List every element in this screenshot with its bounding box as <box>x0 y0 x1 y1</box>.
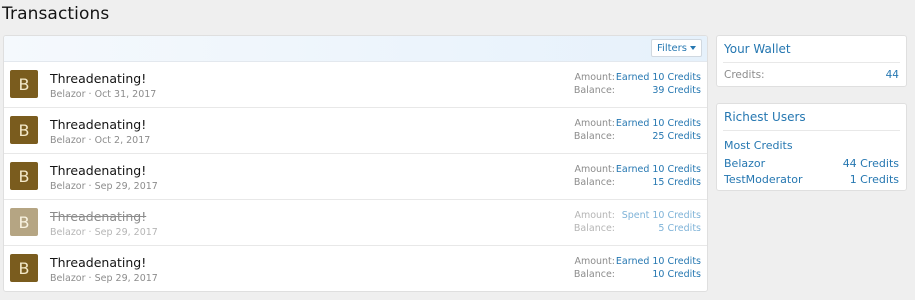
transaction-user[interactable]: Belazor <box>50 135 86 146</box>
transaction-values: Spent 10 Credits 5 Credits <box>622 209 701 235</box>
transaction-meta: Belazor · Sep 29, 2017 <box>50 181 158 192</box>
richest-users-widget: Richest Users Most Credits Belazor 44 Cr… <box>716 103 907 191</box>
avatar[interactable]: B <box>10 116 38 144</box>
transaction-row: B Threadenating! Belazor · Oct 31, 2017 … <box>4 62 707 108</box>
credits-value: 44 <box>885 69 899 81</box>
transaction-user[interactable]: Belazor <box>50 227 86 238</box>
balance-value: 10 Credits <box>652 269 701 280</box>
transaction-values: Earned 10 Credits 10 Credits <box>616 255 701 281</box>
transactions-header: Filters <box>4 36 707 62</box>
avatar[interactable]: B <box>10 70 38 98</box>
most-credits-subtitle[interactable]: Most Credits <box>717 131 906 156</box>
transaction-title[interactable]: Threadenating! <box>50 71 146 86</box>
avatar[interactable]: B <box>10 208 38 236</box>
transaction-meta: Belazor · Oct 2, 2017 <box>50 135 151 146</box>
amount-value: Earned 10 Credits <box>615 256 701 267</box>
transaction-row: B Threadenating! Belazor · Sep 29, 2017 … <box>4 154 707 200</box>
amount-label: Amount: <box>574 210 615 221</box>
balance-label: Balance: <box>573 223 615 234</box>
amount-label: Amount: <box>574 72 615 83</box>
avatar[interactable]: B <box>10 162 38 190</box>
transaction-labels: Amount: Balance: <box>574 117 615 143</box>
balance-label: Balance: <box>573 177 615 188</box>
amount-label: Amount: <box>574 118 615 129</box>
richest-title[interactable]: Richest Users <box>717 104 906 130</box>
wallet-widget: Your Wallet Credits: 44 <box>716 35 907 87</box>
richest-user-name[interactable]: TestModerator <box>724 172 802 188</box>
transaction-meta: Belazor · Oct 31, 2017 <box>50 89 157 100</box>
balance-label: Balance: <box>573 269 615 280</box>
credits-label: Credits: <box>724 69 765 81</box>
richest-user-row: Belazor 44 Credits <box>717 156 906 172</box>
transaction-user[interactable]: Belazor <box>50 273 86 284</box>
transaction-date: Sep 29, 2017 <box>94 227 158 238</box>
transaction-labels: Amount: Balance: <box>574 255 615 281</box>
caret-down-icon <box>690 46 696 50</box>
transaction-labels: Amount: Balance: <box>574 163 615 189</box>
transaction-values: Earned 10 Credits 39 Credits <box>616 71 701 97</box>
amount-label: Amount: <box>574 164 615 175</box>
balance-value: 5 Credits <box>658 223 701 234</box>
amount-value: Earned 10 Credits <box>615 164 701 175</box>
transaction-meta: Belazor · Sep 29, 2017 <box>50 227 158 238</box>
wallet-credits: Credits: 44 <box>717 69 906 81</box>
transactions-list: Filters B Threadenating! Belazor · Oct 3… <box>3 35 708 292</box>
richest-user-credits: 44 Credits <box>842 157 899 170</box>
richest-user-credits: 1 Credits <box>849 173 899 186</box>
amount-value: Earned 10 Credits <box>615 72 701 83</box>
richest-user-row: TestModerator 1 Credits <box>717 172 906 188</box>
transaction-row-reverted: B Threadenating! Belazor · Sep 29, 2017 … <box>4 200 707 246</box>
balance-label: Balance: <box>573 85 615 96</box>
transaction-user[interactable]: Belazor <box>50 181 86 192</box>
divider <box>723 62 900 63</box>
transaction-date: Sep 29, 2017 <box>94 181 158 192</box>
transaction-labels: Amount: Balance: <box>574 71 615 97</box>
amount-value: Spent 10 Credits <box>621 210 701 221</box>
balance-value: 15 Credits <box>652 177 701 188</box>
page-title: Transactions <box>2 4 110 24</box>
amount-label: Amount: <box>574 256 615 267</box>
filters-button[interactable]: Filters <box>651 39 702 57</box>
transaction-title[interactable]: Threadenating! <box>50 117 146 132</box>
avatar[interactable]: B <box>10 254 38 282</box>
balance-value: 39 Credits <box>652 85 701 96</box>
wallet-title[interactable]: Your Wallet <box>717 36 906 62</box>
transaction-values: Earned 10 Credits 25 Credits <box>616 117 701 143</box>
transaction-labels: Amount: Balance: <box>574 209 615 235</box>
transaction-values: Earned 10 Credits 15 Credits <box>616 163 701 189</box>
transaction-meta: Belazor · Sep 29, 2017 <box>50 273 158 284</box>
transaction-date: Sep 29, 2017 <box>94 273 158 284</box>
transaction-row: B Threadenating! Belazor · Sep 29, 2017 … <box>4 246 707 291</box>
filters-label: Filters <box>657 42 687 54</box>
richest-user-name[interactable]: Belazor <box>724 156 765 172</box>
transaction-user[interactable]: Belazor <box>50 89 86 100</box>
transaction-date: Oct 2, 2017 <box>94 135 151 146</box>
transaction-date: Oct 31, 2017 <box>94 89 157 100</box>
amount-value: Earned 10 Credits <box>615 118 701 129</box>
transaction-row: B Threadenating! Belazor · Oct 2, 2017 A… <box>4 108 707 154</box>
balance-label: Balance: <box>573 131 615 142</box>
transaction-title[interactable]: Threadenating! <box>50 163 146 178</box>
transaction-title[interactable]: Threadenating! <box>50 209 146 224</box>
balance-value: 25 Credits <box>652 131 701 142</box>
transaction-title[interactable]: Threadenating! <box>50 255 146 270</box>
